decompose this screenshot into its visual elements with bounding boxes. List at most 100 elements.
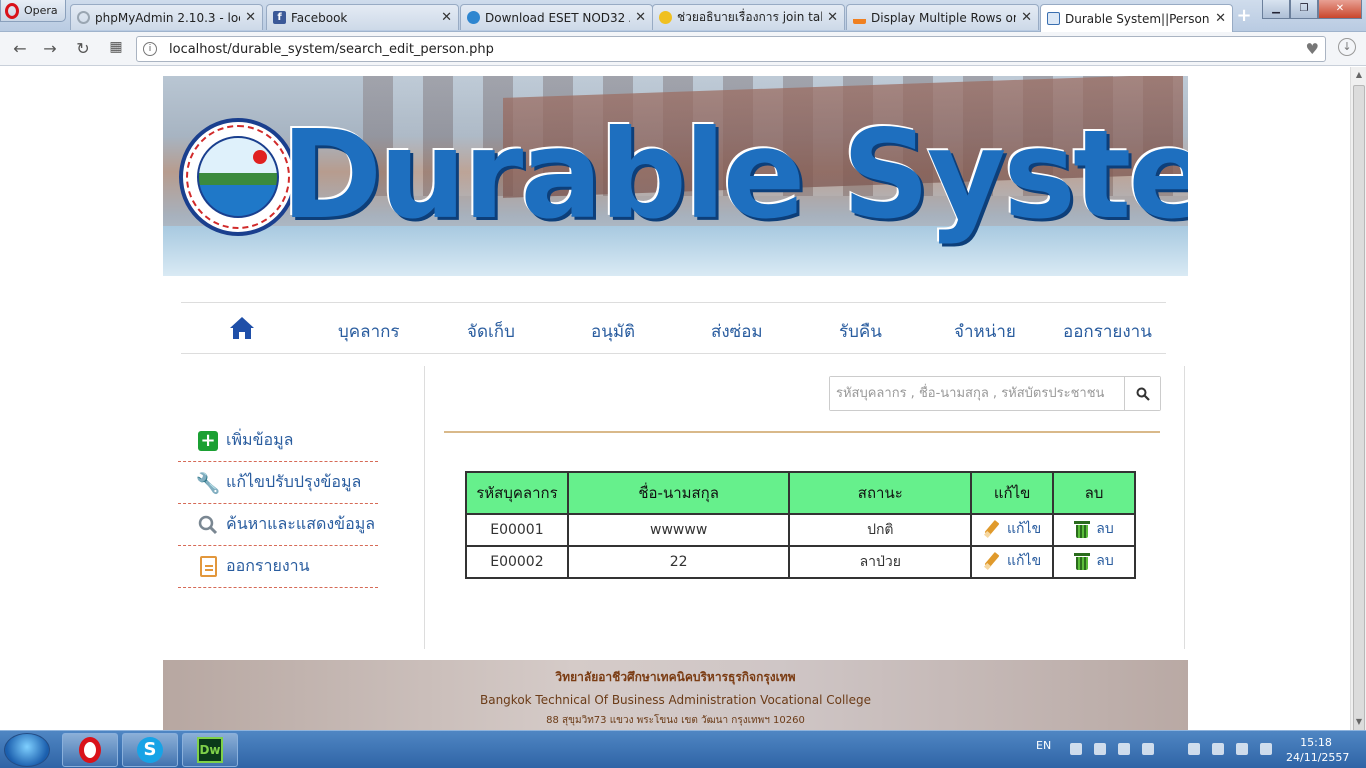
site-info-icon[interactable]: i	[143, 42, 157, 56]
edit-label: แก้ไข	[1007, 553, 1042, 569]
search-input[interactable]	[830, 377, 1124, 410]
menu-item-report[interactable]: ออกรายงาน	[1063, 318, 1152, 345]
tab-phpmyadmin[interactable]: phpMyAdmin 2.10.3 - loca ✕	[70, 4, 263, 30]
cell-id: E00002	[465, 545, 569, 579]
maximize-icon[interactable]: ❐	[1290, 0, 1318, 19]
sidebar-item-add[interactable]: + เพิ่มข้อมูล	[178, 420, 378, 462]
scroll-down-icon[interactable]: ▼	[1351, 714, 1366, 730]
sidebar-item-label: ค้นหาและแสดงข้อมูล	[226, 514, 376, 533]
facebook-icon: f	[273, 11, 286, 24]
opera-menu-button[interactable]: Opera	[0, 0, 66, 22]
cell-id: E00001	[465, 513, 569, 547]
delete-link[interactable]: ลบ	[1074, 518, 1114, 540]
close-tab-icon[interactable]: ✕	[441, 10, 452, 25]
scrollbar-thumb[interactable]	[1353, 85, 1365, 737]
sidebar-item-edit[interactable]: 🔧 แก้ไขปรับปรุงข้อมูล	[178, 462, 378, 504]
header-id: รหัสบุคลากร	[465, 471, 569, 515]
forward-icon[interactable]: →	[40, 39, 60, 58]
footer-college-english: Bangkok Technical Of Business Administra…	[479, 693, 872, 707]
page-scrollbar[interactable]: ▲ ▼	[1350, 67, 1366, 737]
trash-icon	[1074, 552, 1091, 570]
power-icon[interactable]	[1236, 743, 1248, 755]
search-icon	[1136, 387, 1150, 401]
language-indicator[interactable]: EN	[1036, 739, 1051, 752]
edit-link[interactable]: แก้ไข	[983, 518, 1041, 540]
close-tab-icon[interactable]: ✕	[827, 10, 838, 25]
tab-durable-system[interactable]: Durable System||Person ✕	[1040, 4, 1233, 32]
new-tab-icon[interactable]: +	[1234, 6, 1254, 26]
tab-title: phpMyAdmin 2.10.3 - loca	[95, 10, 241, 25]
menu-item-repair[interactable]: ส่งซ่อม	[711, 318, 763, 345]
sidebar-item-label: ออกรายงาน	[226, 556, 310, 575]
opera-logo-icon	[5, 2, 19, 19]
clock-date: 24/11/2557	[1286, 751, 1350, 764]
tab-title: Download ESET NOD32 An	[485, 10, 631, 25]
tab-display-multiple-rows[interactable]: Display Multiple Rows on ✕	[846, 4, 1039, 30]
download-icon[interactable]: ↓	[1338, 38, 1356, 56]
edit-link[interactable]: แก้ไข	[983, 550, 1041, 572]
tray-app-icon[interactable]	[1094, 743, 1106, 755]
delete-label: ลบ	[1096, 553, 1114, 569]
close-window-icon[interactable]: ✕	[1318, 0, 1362, 19]
delete-link[interactable]: ลบ	[1074, 550, 1114, 572]
menu-item-return[interactable]: รับคืน	[839, 318, 882, 345]
flag-icon[interactable]	[1212, 743, 1224, 755]
cell-name: 22	[566, 545, 791, 579]
college-seal-logo	[179, 118, 297, 236]
dreamweaver-icon: Dw	[197, 737, 223, 763]
tab-title: Durable System||Person	[1065, 11, 1210, 26]
close-tab-icon[interactable]: ✕	[635, 10, 646, 25]
sidebar-item-report[interactable]: ออกรายงาน	[178, 546, 378, 588]
sidebar-item-search[interactable]: ค้นหาและแสดงข้อมูล	[178, 504, 378, 546]
tray-app-icon[interactable]	[1070, 743, 1082, 755]
header-delete: ลบ	[1052, 471, 1136, 515]
tab-facebook[interactable]: f Facebook ✕	[266, 4, 459, 30]
skype-icon: S	[137, 737, 163, 763]
tray-app-icon[interactable]	[1142, 743, 1154, 755]
cell-delete: ลบ	[1052, 545, 1136, 579]
browser-navigation-bar: ← → ↻ ▦ i localhost/durable_system/searc…	[0, 32, 1366, 66]
taskbar-dreamweaver[interactable]: Dw	[182, 733, 238, 767]
content-divider	[444, 431, 1160, 433]
delete-label: ลบ	[1096, 521, 1114, 537]
opera-icon	[79, 737, 101, 763]
header-edit: แก้ไข	[970, 471, 1055, 515]
tab-title: Facebook	[291, 10, 348, 25]
speed-dial-icon[interactable]: ▦	[106, 39, 126, 55]
footer-address: 88 สุขุมวิท73 แขวง พระโขนง เขต วัฒนา กรุ…	[546, 715, 805, 726]
pencil-icon	[983, 520, 1001, 538]
eset-icon	[467, 11, 480, 24]
wrench-icon: 🔧	[195, 470, 221, 495]
taskbar-skype[interactable]: S	[122, 733, 178, 767]
plus-icon: +	[198, 430, 218, 451]
banner-title: Durable System	[281, 104, 1188, 246]
scroll-up-icon[interactable]: ▲	[1351, 67, 1366, 83]
back-icon[interactable]: ←	[10, 39, 30, 58]
menu-item-approve[interactable]: อนุมัติ	[591, 318, 635, 345]
close-tab-icon[interactable]: ✕	[245, 10, 256, 25]
menu-item-dispose[interactable]: จำหน่าย	[954, 318, 1016, 345]
menu-item-storage[interactable]: จัดเก็บ	[467, 318, 515, 345]
minimize-icon[interactable]: ▁	[1262, 0, 1290, 19]
search-button[interactable]	[1124, 377, 1160, 410]
home-icon[interactable]	[229, 316, 255, 340]
tab-join-table[interactable]: ช่วยอธิบายเรื่องการ join tabl ✕	[652, 4, 845, 30]
taskbar-opera[interactable]	[62, 733, 118, 767]
network-signal-icon[interactable]	[1260, 743, 1272, 755]
reload-icon[interactable]: ↻	[73, 39, 93, 58]
smiley-icon	[659, 11, 672, 24]
start-button[interactable]	[4, 733, 50, 767]
tray-app-icon[interactable]	[1118, 743, 1130, 755]
address-bar[interactable]: i localhost/durable_system/search_edit_p…	[136, 36, 1326, 62]
header-status: สถานะ	[788, 471, 973, 515]
seal-inner	[197, 136, 279, 218]
close-tab-icon[interactable]: ✕	[1021, 10, 1032, 25]
menu-item-personnel[interactable]: บุคลากร	[338, 318, 400, 345]
seal-sun	[253, 150, 267, 164]
tab-eset[interactable]: Download ESET NOD32 An ✕	[460, 4, 653, 30]
bookmark-heart-icon[interactable]: ♥	[1306, 40, 1319, 58]
volume-icon[interactable]	[1188, 743, 1200, 755]
close-tab-icon[interactable]: ✕	[1215, 11, 1226, 26]
taskbar-clock[interactable]: 15:18 24/11/2557	[1286, 735, 1350, 765]
windows-taskbar: S Dw EN 15:18 24/11/2557	[0, 730, 1366, 768]
